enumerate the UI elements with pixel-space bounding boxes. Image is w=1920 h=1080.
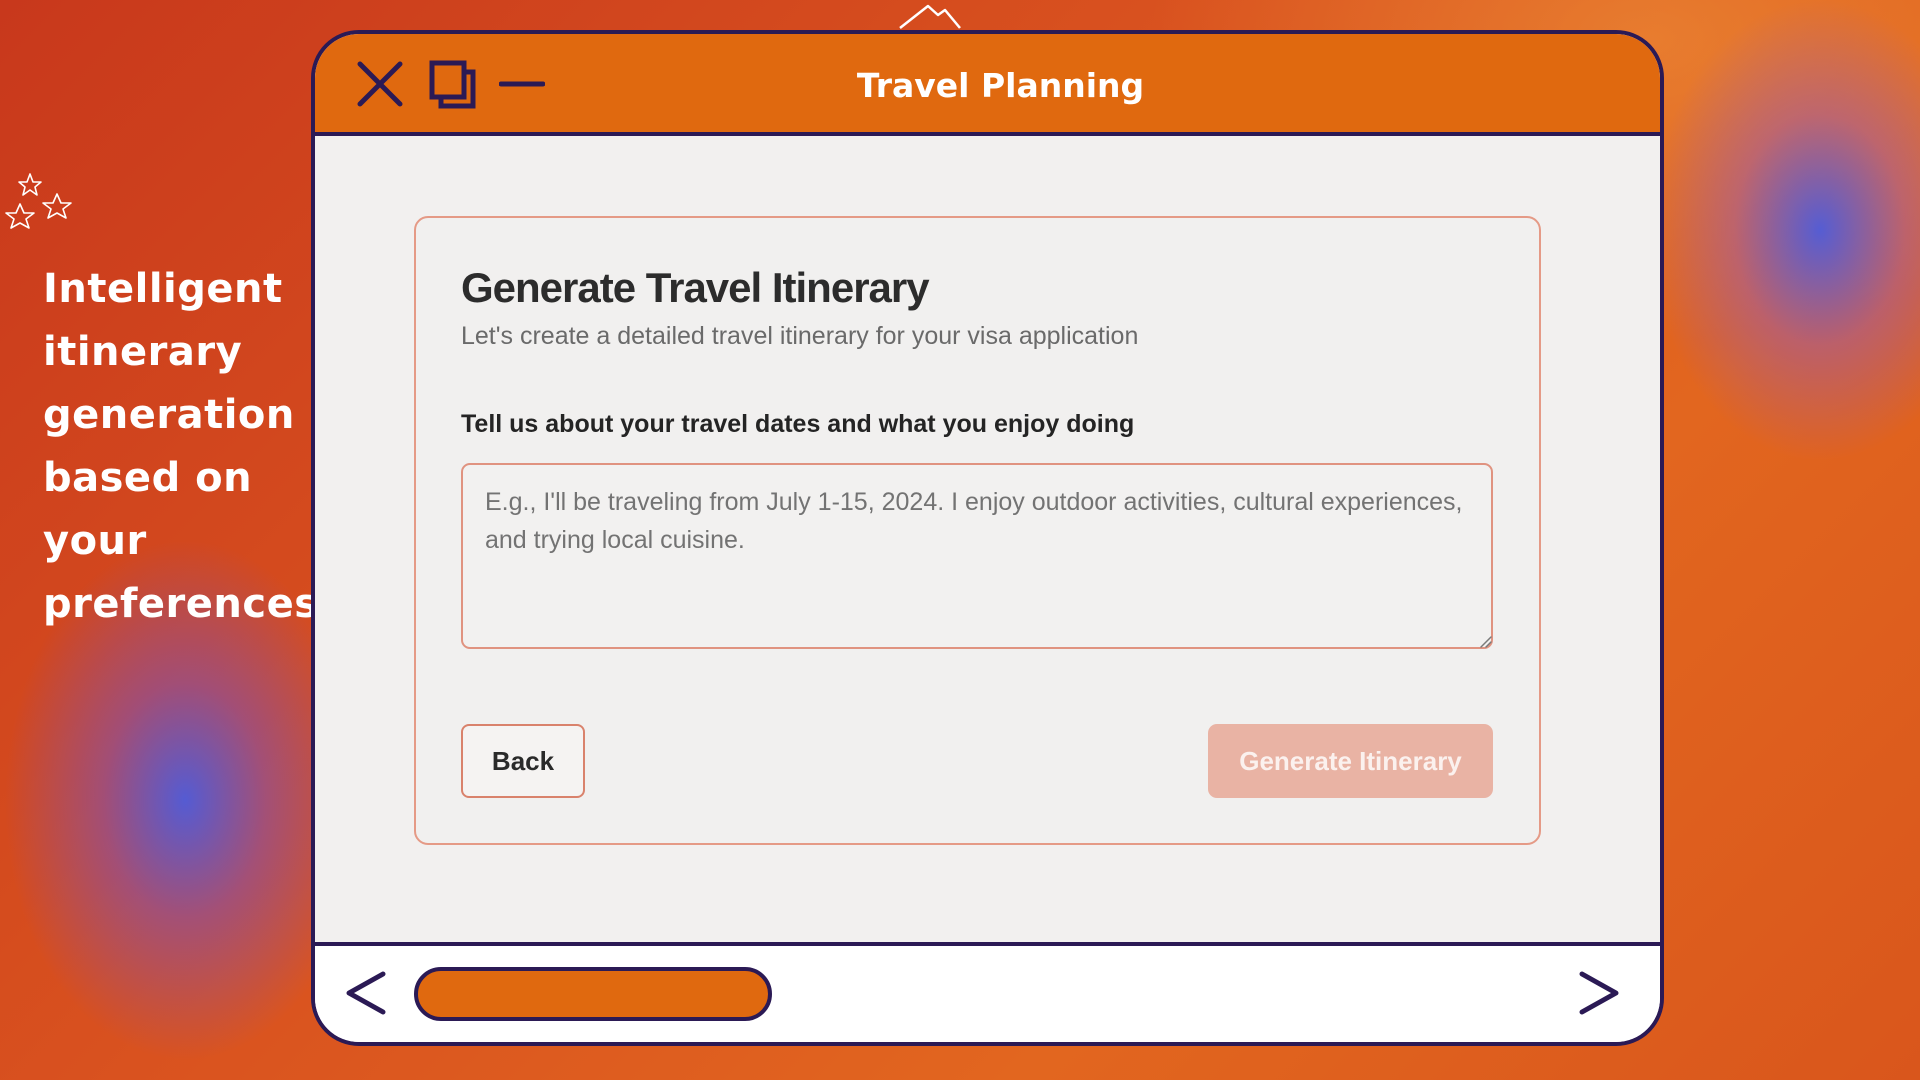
sparkle-stars-icon [5,173,72,229]
caption-line: based on [43,455,253,501]
app-window: Travel Planning Generate Travel Itinerar… [311,30,1664,1046]
caption-line: itinerary [43,329,243,375]
itinerary-form-card: Generate Travel Itinerary Let's create a… [414,216,1541,845]
caption-line: Intelligent [43,266,283,312]
caption-line: generation [43,392,295,438]
title-bar: Travel Planning [315,34,1660,136]
chevron-left-icon[interactable] [343,968,389,1018]
generate-itinerary-button[interactable]: Generate Itinerary [1208,724,1493,798]
feature-caption: Intelligent itinerary generation based o… [43,258,319,636]
preferences-field-label: Tell us about your travel dates and what… [461,410,1135,438]
form-title: Generate Travel Itinerary [461,264,930,311]
back-button[interactable]: Back [461,724,585,798]
window-title: Travel Planning [856,66,1145,105]
chevron-right-icon[interactable] [1576,968,1622,1018]
caption-line: your [43,518,147,564]
scrollbar-thumb[interactable] [414,967,772,1021]
preferences-textarea[interactable] [461,463,1493,649]
bottom-nav-bar [315,942,1660,1042]
mountain-peak-icon [899,4,961,29]
form-subtitle: Let's create a detailed travel itinerary… [461,322,1139,350]
caption-line: preferences [43,581,319,627]
